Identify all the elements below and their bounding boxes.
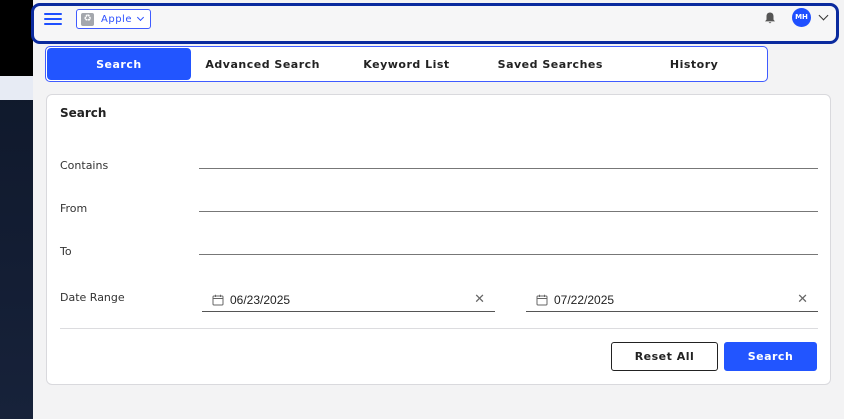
start-date-field[interactable]: 06/23/2025 ✕ bbox=[202, 288, 495, 312]
form-divider bbox=[60, 328, 818, 329]
tab-search[interactable]: Search bbox=[47, 48, 191, 80]
calendar-icon bbox=[212, 294, 224, 305]
clear-start-date-icon[interactable]: ✕ bbox=[474, 293, 485, 306]
hamburger-icon[interactable] bbox=[44, 13, 62, 27]
tab-saved-searches[interactable]: Saved Searches bbox=[478, 48, 622, 80]
sidebar-active-item[interactable] bbox=[0, 76, 33, 100]
form-title: Search bbox=[60, 106, 107, 120]
tab-history[interactable]: History bbox=[622, 48, 766, 80]
bell-icon[interactable] bbox=[763, 11, 777, 25]
sidebar-collapsed bbox=[0, 0, 33, 419]
user-menu-chevron-icon[interactable] bbox=[818, 10, 829, 21]
from-label: From bbox=[60, 202, 88, 215]
chevron-down-icon bbox=[136, 13, 145, 22]
search-tabs: Search Advanced Search Keyword List Save… bbox=[45, 46, 768, 82]
from-input[interactable] bbox=[199, 192, 818, 212]
contains-label: Contains bbox=[60, 159, 109, 172]
start-date-value: 06/23/2025 bbox=[230, 292, 291, 307]
tab-keyword-list[interactable]: Keyword List bbox=[335, 48, 479, 80]
end-date-value: 07/22/2025 bbox=[554, 292, 615, 307]
search-button[interactable]: Search bbox=[724, 342, 817, 371]
end-date-field[interactable]: 07/22/2025 ✕ bbox=[526, 288, 818, 312]
reset-all-button[interactable]: Reset All bbox=[611, 342, 718, 371]
user-avatar[interactable]: MH bbox=[792, 8, 811, 27]
organization-selector[interactable]: ♻ Apple bbox=[76, 9, 151, 29]
sidebar-top bbox=[0, 0, 33, 76]
calendar-icon bbox=[536, 294, 548, 305]
org-name: Apple bbox=[101, 13, 132, 25]
contains-input[interactable] bbox=[199, 149, 818, 169]
app-header: ♻ Apple MH bbox=[31, 3, 839, 44]
org-logo-icon: ♻ bbox=[81, 12, 94, 26]
to-label: To bbox=[60, 245, 72, 258]
date-range-label: Date Range bbox=[60, 291, 125, 304]
clear-end-date-icon[interactable]: ✕ bbox=[797, 293, 808, 306]
tab-advanced-search[interactable]: Advanced Search bbox=[191, 48, 335, 80]
to-input[interactable] bbox=[199, 235, 818, 255]
search-form-card: Search Contains From To Date Range 06/23… bbox=[46, 94, 831, 385]
